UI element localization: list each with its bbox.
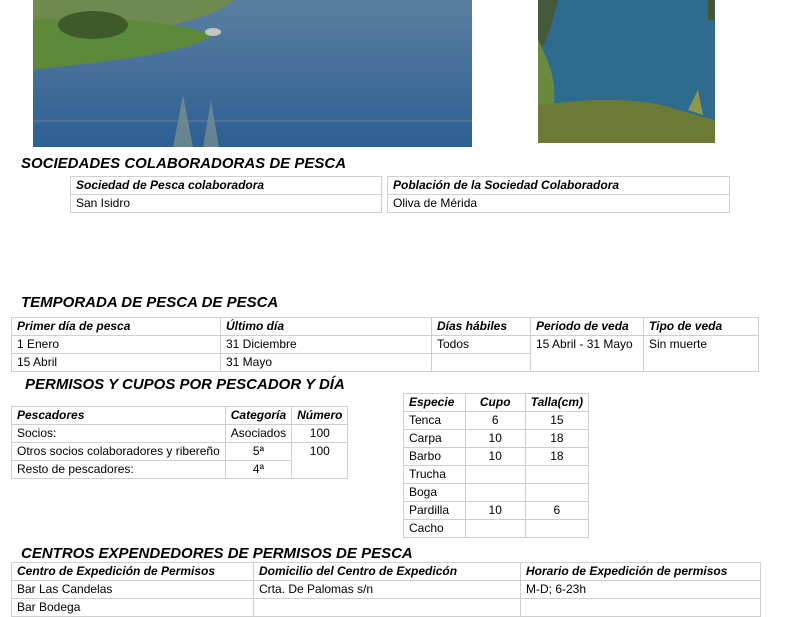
table-cell: 10 xyxy=(464,501,526,520)
table-row: Socios: Asociados 100 xyxy=(11,424,349,443)
table-row: Boga xyxy=(403,483,590,502)
column-header: Talla(cm) xyxy=(524,393,590,412)
table-cell: Resto de pescadores: xyxy=(11,460,226,479)
section-title-sociedades: SOCIEDADES COLABORADORAS DE PESCA xyxy=(21,155,347,172)
column-header: Especie xyxy=(403,393,466,412)
table-cell: 31 Diciembre xyxy=(220,335,432,354)
section-title-permisos: PERMISOS Y CUPOS POR PESCADOR Y DÍA xyxy=(25,376,345,393)
table-header-row: Centro de Expedición de Permisos Domicil… xyxy=(11,562,761,581)
table-row: Bar Bodega xyxy=(11,598,761,617)
table-cell xyxy=(253,598,521,617)
table-cell: 10 xyxy=(464,447,526,466)
table-cell: 18 xyxy=(524,429,590,448)
table-row: Trucha xyxy=(403,465,590,484)
table-header-row: Especie Cupo Talla(cm) xyxy=(403,393,590,412)
section-title-centros: CENTROS EXPENDEDORES DE PERMISOS DE PESC… xyxy=(21,545,413,562)
column-header: Centro de Expedición de Permisos xyxy=(11,562,254,581)
table-cell: Boga xyxy=(403,483,466,502)
pescadores-table: Pescadores Categoría Número Socios: Asoc… xyxy=(11,406,349,479)
table-cell: 10 xyxy=(464,429,526,448)
column-header: Días hábiles xyxy=(431,317,531,336)
table-row: 1 Enero 31 Diciembre Todos 15 Abril - 31… xyxy=(11,335,759,372)
table-row: Carpa 10 18 xyxy=(403,429,590,448)
column-header: Población de la Sociedad Colaboradora xyxy=(387,176,730,195)
table-cell: 31 Mayo xyxy=(220,353,432,372)
table-cell: Bar Bodega xyxy=(11,598,254,617)
temporada-table: Primer día de pesca Último día Días hábi… xyxy=(11,317,759,372)
table-cell: Tenca xyxy=(403,411,466,430)
table-cell: 6 xyxy=(464,411,526,430)
table-row: Cacho xyxy=(403,519,590,538)
column-header: Sociedad de Pesca colaboradora xyxy=(70,176,382,195)
column-header: Último día xyxy=(220,317,432,336)
reservoir-photo-right xyxy=(538,0,715,143)
table-cell: Carpa xyxy=(403,429,466,448)
table-cell: 15 xyxy=(524,411,590,430)
table-cell xyxy=(464,483,526,502)
column-header: Domicilio del Centro de Expedicón xyxy=(253,562,521,581)
table-row: San Isidro Oliva de Mérida xyxy=(70,194,730,213)
table-cell: 18 xyxy=(524,447,590,466)
column-header: Periodo de veda xyxy=(530,317,644,336)
table-cell xyxy=(524,519,590,538)
table-cell: Socios: xyxy=(11,424,226,443)
table-cell: San Isidro xyxy=(70,194,382,213)
sociedades-table: Sociedad de Pesca colaboradora Población… xyxy=(70,176,730,213)
section-title-temporada: TEMPORADA DE PESCA DE PESCA xyxy=(21,294,279,311)
column-header: Tipo de veda xyxy=(643,317,759,336)
especies-table: Especie Cupo Talla(cm) Tenca 6 15 Carpa 10 1… xyxy=(403,393,590,538)
table-header-row: Primer día de pesca Último día Días hábi… xyxy=(11,317,759,336)
column-header: Primer día de pesca xyxy=(11,317,221,336)
reservoir-photo-left xyxy=(33,0,472,147)
table-cell xyxy=(520,598,761,617)
column-header: Cupo xyxy=(464,393,526,412)
table-cell xyxy=(464,519,526,538)
table-row: Tenca 6 15 xyxy=(403,411,590,430)
table-row: Bar Las Candelas Crta. De Palomas s/n M-… xyxy=(11,580,761,599)
table-cell: Crta. De Palomas s/n xyxy=(253,580,521,599)
table-cell: Barbo xyxy=(403,447,466,466)
table-cell xyxy=(524,483,590,502)
table-cell xyxy=(464,465,526,484)
table-cell xyxy=(431,353,531,372)
column-header: Número xyxy=(291,406,349,425)
table-cell xyxy=(524,465,590,484)
table-cell: M-D; 6-23h xyxy=(520,580,761,599)
centros-table: Centro de Expedición de Permisos Domicil… xyxy=(11,562,761,617)
table-cell: Cacho xyxy=(403,519,466,538)
table-cell: Bar Las Candelas xyxy=(11,580,254,599)
column-header: Categoría xyxy=(224,406,293,425)
table-cell: 4ª xyxy=(224,460,293,479)
table-cell: Pardilla xyxy=(403,501,466,520)
table-cell: Trucha xyxy=(403,465,466,484)
table-cell: Sin muerte xyxy=(643,335,759,372)
table-cell: 1 Enero xyxy=(11,335,221,354)
table-cell: 15 Abril xyxy=(11,353,221,372)
table-cell: Otros socios colaboradores y ribereño xyxy=(11,442,226,461)
table-header-row: Pescadores Categoría Número xyxy=(11,406,349,425)
table-cell: 5ª xyxy=(224,442,293,461)
table-cell: 100 xyxy=(291,424,349,443)
table-cell: 100 xyxy=(291,442,349,479)
column-header: Horario de Expedición de permisos xyxy=(520,562,761,581)
table-cell: Oliva de Mérida xyxy=(387,194,730,213)
table-cell: Asociados xyxy=(224,424,293,443)
table-cell: Todos xyxy=(431,335,531,354)
table-cell: 6 xyxy=(524,501,590,520)
table-row: Barbo 10 18 xyxy=(403,447,590,466)
table-header-row: Sociedad de Pesca colaboradora Población… xyxy=(70,176,730,195)
table-row: Otros socios colaboradores y ribereño 5ª… xyxy=(11,442,349,479)
table-row: Pardilla 10 6 xyxy=(403,501,590,520)
table-cell: 15 Abril - 31 Mayo xyxy=(530,335,644,372)
column-header: Pescadores xyxy=(11,406,226,425)
